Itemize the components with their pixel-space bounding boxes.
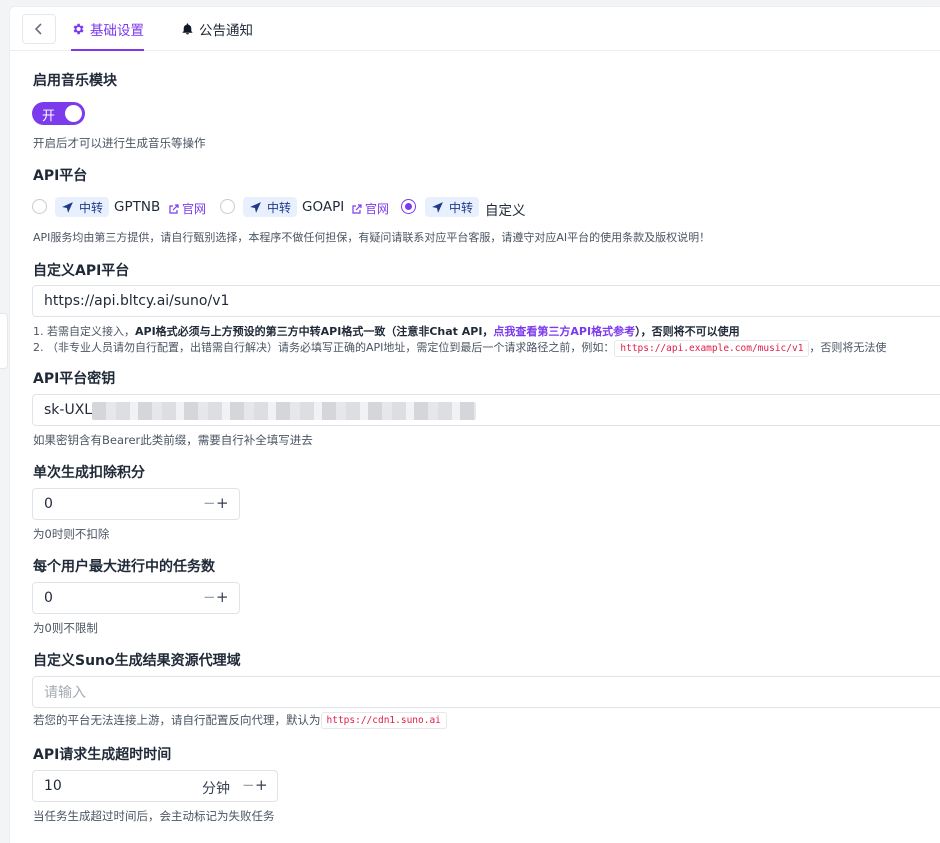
proxy-domain-help: 若您的平台无法连接上游，请自行配置反向代理，默认为 https://cdn1.su…: [33, 712, 447, 729]
deduct-points-label: 单次生成扣除积分: [33, 465, 145, 481]
music-module-help: 开启后才可以进行生成音乐等操作: [33, 136, 206, 150]
increment-button[interactable]: +: [216, 588, 229, 606]
decrement-button[interactable]: −: [242, 776, 255, 794]
tab-basic-settings[interactable]: 基础设置: [71, 7, 144, 51]
send-icon: [432, 201, 443, 213]
example-url-code: https://api.example.com/music/v1: [614, 339, 810, 357]
timeout-unit: 分钟: [202, 781, 230, 797]
decrement-button[interactable]: −: [203, 588, 216, 606]
platform-name-goapi: GOAPI: [302, 199, 345, 215]
api-platform-label: API平台: [33, 168, 88, 184]
side-collapse-handle[interactable]: [0, 313, 8, 369]
relay-badge: 中转: [243, 197, 298, 217]
tab-announcements[interactable]: 公告通知: [181, 7, 253, 51]
timeout-help: 当任务生成超过时间后，会主动标记为失败任务: [33, 809, 275, 823]
api-key-label: API平台密钥: [33, 371, 116, 387]
music-module-label: 启用音乐模块: [33, 73, 117, 89]
default-proxy-code: https://cdn1.suno.ai: [320, 712, 447, 729]
external-link-icon: [352, 203, 362, 214]
increment-button[interactable]: +: [216, 494, 229, 512]
send-icon: [62, 201, 73, 213]
proxy-domain-input[interactable]: 请输入: [32, 676, 940, 708]
api-platform-help: API服务均由第三方提供，请自行甄别选择，本程序不做任何担保，有疑问请联系对应平…: [33, 231, 711, 244]
tab-label: 基础设置: [90, 23, 144, 39]
platform-name-custom: 自定义: [485, 203, 526, 219]
send-icon: [250, 201, 261, 213]
music-module-toggle[interactable]: 开: [32, 102, 85, 125]
platform-name-gptnb: GPTNB: [114, 199, 161, 215]
decrement-button[interactable]: −: [203, 494, 216, 512]
max-tasks-help: 为0则不限制: [33, 621, 98, 635]
toggle-text: 开: [42, 109, 56, 124]
max-tasks-input[interactable]: 0 − +: [32, 582, 240, 614]
settings-panel: 基础设置 公告通知 启用音乐模块 开 开启后才可以进行生成音乐等操作 API平台…: [9, 6, 940, 843]
tab-bar: 基础设置 公告通知: [10, 7, 940, 51]
deduct-points-help: 为0时则不扣除: [33, 527, 110, 541]
chevron-left-icon: [34, 23, 42, 35]
radio-custom[interactable]: [401, 199, 416, 214]
relay-badge: 中转: [425, 197, 480, 217]
tab-label: 公告通知: [199, 23, 253, 39]
bell-icon: [182, 23, 193, 35]
custom-api-help-1: 1. 若需自定义接入，API格式必须与上方预设的第三方中转API格式一致（注意非…: [33, 325, 740, 338]
official-link-gptnb[interactable]: 官网: [168, 200, 206, 217]
proxy-domain-label: 自定义Suno生成结果资源代理域: [33, 653, 241, 669]
toggle-knob: [65, 105, 82, 122]
radio-goapi[interactable]: [220, 199, 235, 214]
official-link-goapi[interactable]: 官网: [351, 200, 389, 217]
custom-api-label: 自定义API平台: [33, 263, 130, 279]
timeout-label: API请求生成超时时间: [33, 747, 172, 763]
deduct-points-input[interactable]: 0 − +: [32, 488, 240, 520]
max-tasks-label: 每个用户最大进行中的任务数: [33, 559, 215, 575]
custom-api-input[interactable]: https://api.bltcy.ai/suno/v1: [32, 285, 940, 317]
external-link-icon: [169, 203, 179, 214]
increment-button[interactable]: +: [255, 776, 268, 794]
custom-api-help-2: 2. （非专业人员请勿自行配置，出错需自行解决）请务必填写正确的API地址，需定…: [33, 339, 886, 357]
api-format-reference-link[interactable]: 点我查看第三方API格式参考: [493, 325, 635, 338]
radio-gptnb[interactable]: [32, 199, 47, 214]
redacted-key: [92, 402, 476, 420]
gear-icon: [73, 23, 84, 35]
timeout-input[interactable]: 10 分钟 − +: [32, 770, 278, 802]
api-key-help: 如果密钥含有Bearer此类前缀，需要自行补全填写进去: [33, 433, 313, 447]
back-button[interactable]: [22, 14, 56, 44]
relay-badge: 中转: [55, 197, 110, 217]
